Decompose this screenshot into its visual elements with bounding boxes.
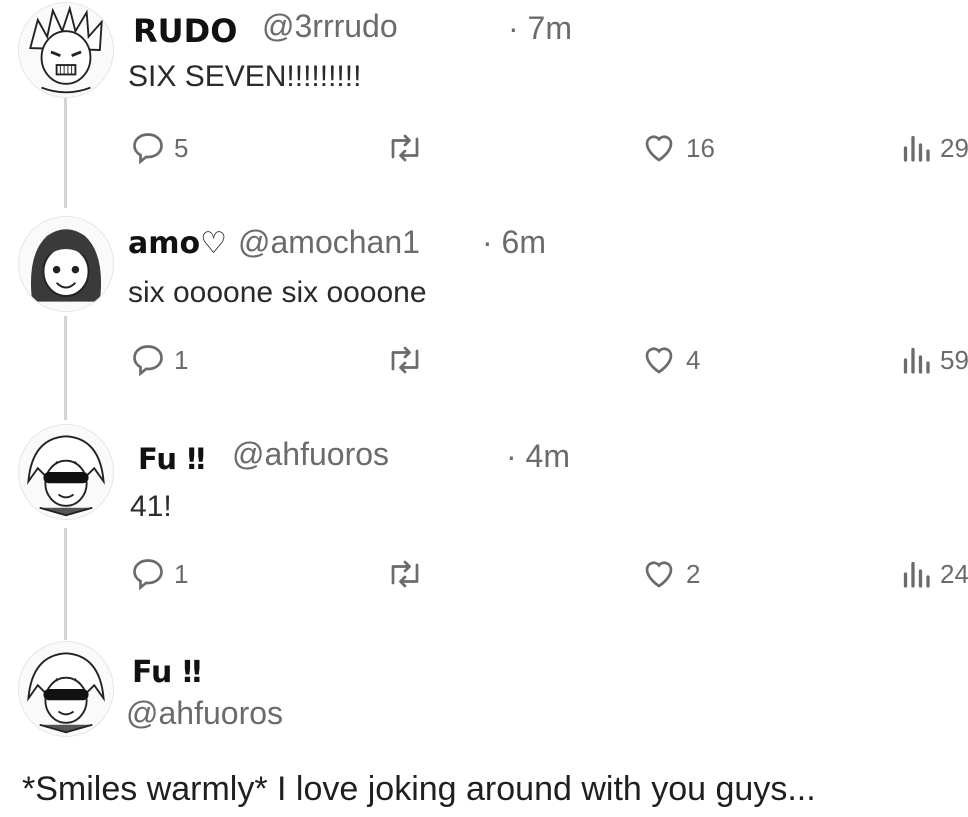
post-text: *Smiles warmly* I love joking around wit… xyxy=(22,770,816,808)
views-bar-icon xyxy=(903,561,930,588)
views-count: 29 xyxy=(940,132,968,163)
display-name[interactable]: RUDO xyxy=(133,12,237,50)
retweet-icon xyxy=(391,560,419,588)
retweet-icon xyxy=(391,346,419,374)
timestamp[interactable]: · 6m xyxy=(482,224,546,261)
views-button[interactable]: 29 xyxy=(900,130,968,166)
heart-icon xyxy=(645,347,673,374)
reply-bubble-icon xyxy=(133,559,163,591)
manga-avatar-masked-icon xyxy=(19,642,113,736)
reply-button[interactable]: 1 xyxy=(130,556,188,592)
views-count: 24 xyxy=(940,558,968,589)
reply-count: 1 xyxy=(174,344,189,375)
reply-count: 5 xyxy=(174,132,189,163)
retweet-icon xyxy=(391,134,419,162)
manga-avatar-spiky-hair-icon xyxy=(19,3,113,97)
like-button[interactable]: 16 xyxy=(640,130,715,166)
like-count: 2 xyxy=(686,558,701,589)
reply-bubble-icon xyxy=(133,345,163,377)
views-button[interactable]: 24 xyxy=(900,556,968,592)
retweet-button[interactable] xyxy=(385,342,425,378)
heart-icon xyxy=(645,561,673,588)
retweet-button[interactable] xyxy=(385,556,425,592)
reply-tweet[interactable]: amo♡ @amochan1 · 6m six oooone six oooon… xyxy=(0,210,968,420)
avatar[interactable] xyxy=(18,641,114,737)
display-name[interactable]: amo♡ xyxy=(128,226,227,261)
heart-icon xyxy=(645,135,673,162)
tweet-text: SIX SEVEN!!!!!!!!! xyxy=(128,60,362,93)
reply-tweet[interactable]: Fu ‼ @ahfuoros · 4m 41! 1 2 24 xyxy=(0,420,968,635)
like-button[interactable]: 4 xyxy=(640,342,700,378)
reply-count: 1 xyxy=(174,558,189,589)
like-count: 4 xyxy=(686,344,701,375)
user-handle[interactable]: @amochan1 xyxy=(238,224,420,261)
tweet-text: six oooone six oooone xyxy=(128,276,427,309)
tweet-text: 41! xyxy=(130,490,172,523)
like-button[interactable]: 2 xyxy=(640,556,700,592)
avatar[interactable] xyxy=(18,2,114,98)
retweet-button[interactable] xyxy=(385,130,425,166)
like-count: 16 xyxy=(686,132,715,163)
reply-button[interactable]: 1 xyxy=(130,342,188,378)
avatar[interactable] xyxy=(18,424,114,520)
reply-bubble-icon xyxy=(133,133,163,165)
manga-avatar-masked-icon xyxy=(19,425,113,519)
user-handle[interactable]: @ahfuoros xyxy=(232,436,389,473)
views-button[interactable]: 59 xyxy=(900,342,968,378)
timestamp[interactable]: · 7m xyxy=(508,10,572,47)
views-count: 59 xyxy=(940,344,968,375)
views-bar-icon xyxy=(903,135,930,162)
user-handle[interactable]: @ahfuoros xyxy=(126,695,283,732)
user-handle[interactable]: @3rrrudo xyxy=(262,8,398,45)
manga-avatar-long-hair-icon xyxy=(19,217,113,311)
reply-tweet[interactable]: RUDO @3rrrudo · 7m SIX SEVEN!!!!!!!!! 5 … xyxy=(0,0,968,210)
reply-button[interactable]: 5 xyxy=(130,130,188,166)
avatar[interactable] xyxy=(18,216,114,312)
views-bar-icon xyxy=(903,347,930,374)
display-name[interactable]: Fu ‼ xyxy=(138,442,205,476)
timestamp[interactable]: · 4m xyxy=(506,438,570,475)
display-name[interactable]: Fu ‼ xyxy=(132,655,202,690)
